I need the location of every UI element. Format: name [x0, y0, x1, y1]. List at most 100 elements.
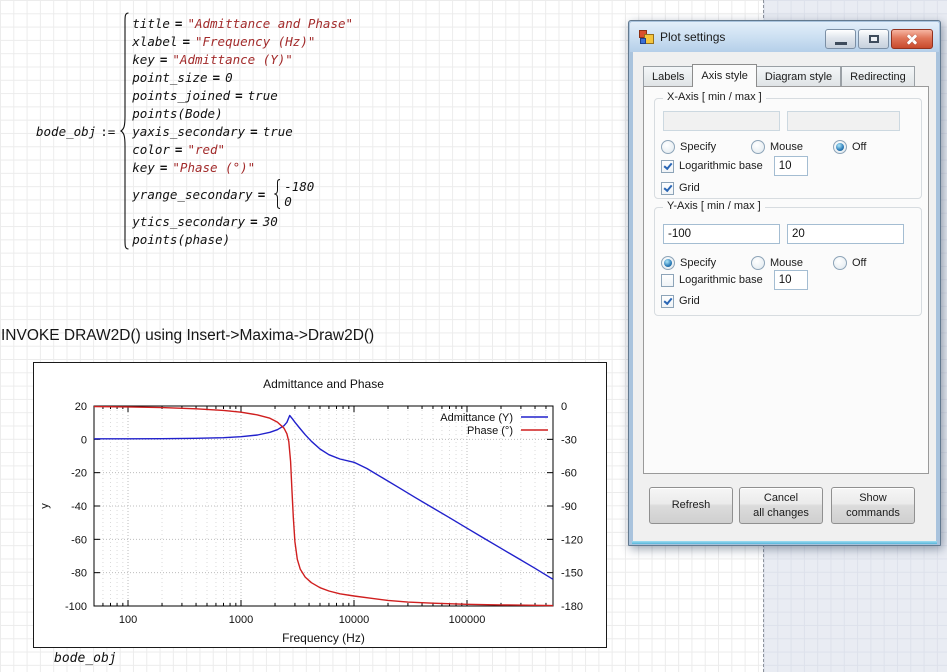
- invoke-note[interactable]: INVOKE DRAW2D() using Insert->Maxima->Dr…: [1, 327, 374, 345]
- definition-lhs: bode_obj :=: [36, 124, 115, 139]
- y-mode-specify[interactable]: Specify: [661, 256, 716, 270]
- maximize-button[interactable]: [858, 29, 889, 49]
- dialog-client-area: Labels Axis style Diagram style Redirect…: [633, 52, 936, 541]
- y-log-label: Logarithmic base: [679, 274, 763, 286]
- svg-text:Admittance and Phase: Admittance and Phase: [263, 377, 384, 391]
- x-mode-specify[interactable]: Specify: [661, 140, 716, 154]
- y-mode-mouse[interactable]: Mouse: [751, 256, 803, 270]
- refresh-button[interactable]: Refresh: [649, 487, 733, 524]
- code-line: points(Bode): [132, 104, 353, 122]
- plot-settings-dialog: Plot settings Labels Axis style Diagram …: [628, 20, 941, 546]
- y-min-input[interactable]: [663, 224, 780, 244]
- radio-icon: [833, 140, 847, 154]
- close-button[interactable]: [891, 29, 933, 49]
- svg-text:Phase (°): Phase (°): [467, 425, 513, 437]
- svg-text:20: 20: [75, 401, 87, 413]
- x-grid-label: Grid: [679, 182, 700, 194]
- code-line: key="Phase (°)": [132, 158, 353, 176]
- code-line: title="Admittance and Phase": [132, 14, 353, 32]
- x-log-label: Logarithmic base: [679, 160, 763, 172]
- show-commands-button[interactable]: Show commands: [831, 487, 915, 524]
- svg-text:y: y: [39, 503, 51, 509]
- x-mode-mouse[interactable]: Mouse: [751, 140, 803, 154]
- svg-text:-40: -40: [71, 501, 87, 513]
- x-axis-group: X-Axis [ min / max ] Specify Mouse Off L…: [654, 98, 922, 199]
- svg-text:0: 0: [561, 401, 567, 413]
- winforms-app-icon: [638, 29, 654, 45]
- yrange-max: 0: [284, 194, 314, 209]
- dialog-title: Plot settings: [660, 30, 725, 44]
- svg-text:-100: -100: [65, 601, 87, 613]
- y-grid-checkbox[interactable]: [661, 295, 674, 308]
- tab-redirecting[interactable]: Redirecting: [841, 66, 915, 86]
- svg-text:-180: -180: [561, 601, 583, 613]
- tab-axis-style[interactable]: Axis style: [692, 64, 756, 87]
- y-log-checkbox[interactable]: [661, 274, 674, 287]
- tab-diagram-style[interactable]: Diagram style: [756, 66, 841, 86]
- svg-text:100000: 100000: [449, 614, 486, 626]
- y-axis-group-label: Y-Axis [ min / max ]: [663, 200, 765, 212]
- radio-icon: [751, 256, 765, 270]
- code-line: points_joined=true: [132, 86, 353, 104]
- svg-text:-20: -20: [71, 468, 87, 480]
- svg-text:-90: -90: [561, 501, 577, 513]
- maximize-icon: [869, 35, 879, 43]
- x-min-input[interactable]: [663, 111, 780, 131]
- svg-text:-120: -120: [561, 534, 583, 546]
- radio-icon: [661, 256, 675, 270]
- smath-worksheet: bode_obj := title="Admittance and Phase"…: [0, 0, 947, 672]
- tab-strip: Labels Axis style Diagram style Redirect…: [643, 64, 915, 86]
- code-line: key="Admittance (Y)": [132, 50, 353, 68]
- y-max-input[interactable]: [787, 224, 904, 244]
- minimize-button[interactable]: [825, 29, 856, 49]
- tab-labels[interactable]: Labels: [643, 66, 693, 86]
- code-line: color="red": [132, 140, 353, 158]
- x-log-checkbox[interactable]: [661, 160, 674, 173]
- close-icon: [905, 32, 919, 46]
- x-max-input[interactable]: [787, 111, 900, 131]
- definition-name: bode_obj: [36, 124, 96, 139]
- y-axis-group: Y-Axis [ min / max ] Specify Mouse Off L…: [654, 207, 922, 316]
- radio-icon: [833, 256, 847, 270]
- svg-text:10000: 10000: [339, 614, 370, 626]
- svg-text:-30: -30: [561, 434, 577, 446]
- svg-text:-60: -60: [561, 468, 577, 480]
- bode-obj-definition[interactable]: bode_obj := title="Admittance and Phase"…: [36, 12, 353, 250]
- svg-text:100: 100: [119, 614, 137, 626]
- assign-operator: :=: [100, 124, 115, 139]
- code-line-yrange: yrange_secondary= -180 0: [132, 176, 353, 212]
- svg-text:-150: -150: [561, 568, 583, 580]
- x-log-base-input[interactable]: [774, 156, 808, 176]
- svg-text:-60: -60: [71, 534, 87, 546]
- svg-text:-80: -80: [71, 568, 87, 580]
- definition-lines: title="Admittance and Phase" xlabel="Fre…: [132, 14, 353, 248]
- svg-text:Frequency (Hz): Frequency (Hz): [282, 631, 365, 645]
- svg-text:Admittance (Y): Admittance (Y): [440, 412, 513, 424]
- radio-icon: [661, 140, 675, 154]
- y-mode-off[interactable]: Off: [833, 256, 866, 270]
- x-grid-row: Grid: [661, 181, 700, 195]
- x-log-row: Logarithmic base: [661, 156, 808, 176]
- yrange-min: -180: [284, 179, 314, 194]
- x-axis-group-label: X-Axis [ min / max ]: [663, 91, 766, 103]
- result-expression[interactable]: bode_obj: [54, 651, 117, 666]
- minimize-icon: [835, 42, 847, 45]
- bode-plot-region[interactable]: 20 0 -20 -40 -60 -80 -100 0 -30 -60 -90 -120 -150 -18…: [33, 362, 607, 648]
- y-log-row: Logarithmic base: [661, 270, 808, 290]
- y-grid-label: Grid: [679, 295, 700, 307]
- code-line: points(phase): [132, 230, 353, 248]
- code-line: ytics_secondary=30: [132, 212, 353, 230]
- cancel-all-changes-button[interactable]: Cancel all changes: [739, 487, 823, 524]
- x-grid-checkbox[interactable]: [661, 182, 674, 195]
- system-brace: [120, 12, 129, 250]
- axis-style-page: X-Axis [ min / max ] Specify Mouse Off L…: [643, 86, 929, 474]
- svg-text:1000: 1000: [229, 614, 253, 626]
- x-mode-off[interactable]: Off: [833, 140, 866, 154]
- radio-icon: [751, 140, 765, 154]
- svg-text:0: 0: [81, 434, 87, 446]
- list-brace: [274, 179, 281, 209]
- code-line: yaxis_secondary=true: [132, 122, 353, 140]
- y-log-base-input[interactable]: [774, 270, 808, 290]
- y-grid-row: Grid: [661, 294, 700, 308]
- bode-plot: 20 0 -20 -40 -60 -80 -100 0 -30 -60 -90 -120 -150 -18…: [34, 363, 606, 647]
